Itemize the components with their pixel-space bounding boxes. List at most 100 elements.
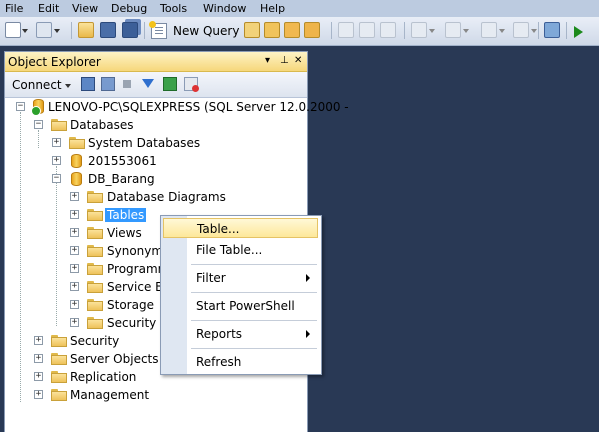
expand-icon[interactable]: + <box>70 192 79 201</box>
undo-icon[interactable] <box>411 22 427 38</box>
folder-icon <box>87 191 103 203</box>
expand-icon[interactable]: + <box>34 390 43 399</box>
activity-monitor-icon[interactable] <box>544 22 560 38</box>
new-project-dropdown-icon[interactable] <box>22 29 28 33</box>
tree-node-label: Management <box>70 388 150 402</box>
menu-file[interactable]: File <box>5 2 23 15</box>
menu-debug[interactable]: Debug <box>111 2 147 15</box>
toolbar-separator <box>71 22 72 39</box>
tree-node-databases[interactable]: − Databases <box>5 116 307 134</box>
folder-icon <box>51 335 67 347</box>
tree-node-system-databases[interactable]: + System Databases <box>5 134 307 152</box>
toolbar-separator <box>331 22 332 39</box>
database-engine-query-icon[interactable] <box>244 22 260 38</box>
expand-icon[interactable]: + <box>70 210 79 219</box>
expand-icon[interactable]: + <box>70 282 79 291</box>
context-menu-item-label: Table... <box>197 222 240 236</box>
cut-icon[interactable] <box>338 22 354 38</box>
tree-node-label: Replication <box>70 370 137 384</box>
toolbar-separator <box>144 22 145 39</box>
collapse-icon[interactable]: − <box>16 102 25 111</box>
toolbar-separator <box>404 22 405 39</box>
tree-node-label: DB_Barang <box>88 172 155 186</box>
context-menu-separator <box>191 348 317 349</box>
expand-icon[interactable]: + <box>70 246 79 255</box>
navigate-forward-dropdown-icon[interactable] <box>531 29 537 33</box>
expand-icon[interactable]: + <box>70 318 79 327</box>
filter-icon[interactable] <box>142 79 154 88</box>
undo-dropdown-icon[interactable] <box>429 29 435 33</box>
navigate-backward-icon[interactable] <box>481 22 497 38</box>
context-menu-item-filter[interactable]: Filter <box>163 268 318 288</box>
expand-icon[interactable]: + <box>34 372 43 381</box>
expand-icon[interactable]: + <box>52 156 61 165</box>
redo-dropdown-icon[interactable] <box>463 29 469 33</box>
menu-tools[interactable]: Tools <box>160 2 187 15</box>
tree-node-management[interactable]: + Management <box>5 386 307 404</box>
paste-icon[interactable] <box>380 22 396 38</box>
tree-node-server[interactable]: − LENOVO-PC\SQLEXPRESS (SQL Server 12.0.… <box>5 98 349 116</box>
tree-node-database-db-barang[interactable]: − DB_Barang <box>5 170 307 188</box>
context-menu-item-reports[interactable]: Reports <box>163 324 318 344</box>
submenu-arrow-icon <box>306 274 310 282</box>
folder-icon <box>87 227 103 239</box>
stop-icon[interactable] <box>123 80 131 88</box>
tree-node-label: LENOVO-PC\SQLEXPRESS (SQL Server 12.0.20… <box>48 100 349 114</box>
open-file-icon[interactable] <box>78 22 94 38</box>
connect-object-explorer-icon[interactable] <box>81 77 95 91</box>
context-menu-item-file-table[interactable]: File Table... <box>163 240 318 260</box>
menu-bar: File Edit View Debug Tools Window Help <box>0 0 599 17</box>
connect-button[interactable]: Connect <box>12 78 71 92</box>
add-item-dropdown-icon[interactable] <box>54 29 60 33</box>
context-menu-item-label: Start PowerShell <box>196 299 295 313</box>
context-menu-item-start-powershell[interactable]: Start PowerShell <box>163 296 318 316</box>
new-project-icon[interactable] <box>5 22 21 38</box>
redo-icon[interactable] <box>445 22 461 38</box>
menu-edit[interactable]: Edit <box>38 2 59 15</box>
navigate-forward-icon[interactable] <box>513 22 529 38</box>
tree-node-label: 201553061 <box>88 154 157 168</box>
context-menu-item-refresh[interactable]: Refresh <box>163 352 318 372</box>
navigate-backward-dropdown-icon[interactable] <box>499 29 505 33</box>
expand-icon[interactable]: + <box>52 138 61 147</box>
analysis-services-mdx-query-icon[interactable] <box>264 22 280 38</box>
menu-window[interactable]: Window <box>203 2 246 15</box>
folder-icon <box>87 317 103 329</box>
menu-view[interactable]: View <box>72 2 98 15</box>
folder-icon <box>51 389 67 401</box>
add-item-icon[interactable] <box>36 22 52 38</box>
auto-hide-pin-icon[interactable]: ⊥ <box>280 55 289 67</box>
tree-node-database-diagrams[interactable]: + Database Diagrams <box>5 188 307 206</box>
collapse-icon[interactable]: − <box>52 174 61 183</box>
save-icon[interactable] <box>100 22 116 38</box>
tree-node-label: Database Diagrams <box>107 190 226 204</box>
new-query-icon <box>149 21 167 39</box>
start-debugging-icon[interactable] <box>574 26 583 38</box>
refresh-icon[interactable] <box>163 77 177 91</box>
connect-dropdown-icon <box>64 83 71 88</box>
collapse-icon[interactable]: − <box>34 120 43 129</box>
expand-icon[interactable]: + <box>70 228 79 237</box>
expand-icon[interactable]: + <box>70 300 79 309</box>
toolbar-separator <box>566 22 567 39</box>
context-menu-item-label: Refresh <box>196 355 242 369</box>
window-position-icon[interactable]: ▾ <box>265 55 270 67</box>
analysis-services-xmla-query-icon[interactable] <box>304 22 320 38</box>
close-icon[interactable]: ✕ <box>294 55 302 67</box>
folder-icon <box>87 209 103 221</box>
tree-node-database-201553061[interactable]: + 201553061 <box>5 152 307 170</box>
expand-icon[interactable]: + <box>34 354 43 363</box>
save-all-icon[interactable] <box>122 22 138 38</box>
tree-node-label: System Databases <box>88 136 201 150</box>
expand-icon[interactable]: + <box>70 264 79 273</box>
disconnect-icon[interactable] <box>101 77 115 91</box>
context-menu-item-table[interactable]: Table... <box>163 218 318 238</box>
expand-icon[interactable]: + <box>34 336 43 345</box>
copy-icon[interactable] <box>359 22 375 38</box>
menu-help[interactable]: Help <box>260 2 285 15</box>
analysis-services-dmx-query-icon[interactable] <box>284 22 300 38</box>
start-powershell-icon[interactable] <box>184 77 199 92</box>
context-menu-item-label: File Table... <box>196 243 263 257</box>
context-menu-separator <box>191 320 317 321</box>
object-explorer-toolbar: Connect <box>5 72 307 98</box>
